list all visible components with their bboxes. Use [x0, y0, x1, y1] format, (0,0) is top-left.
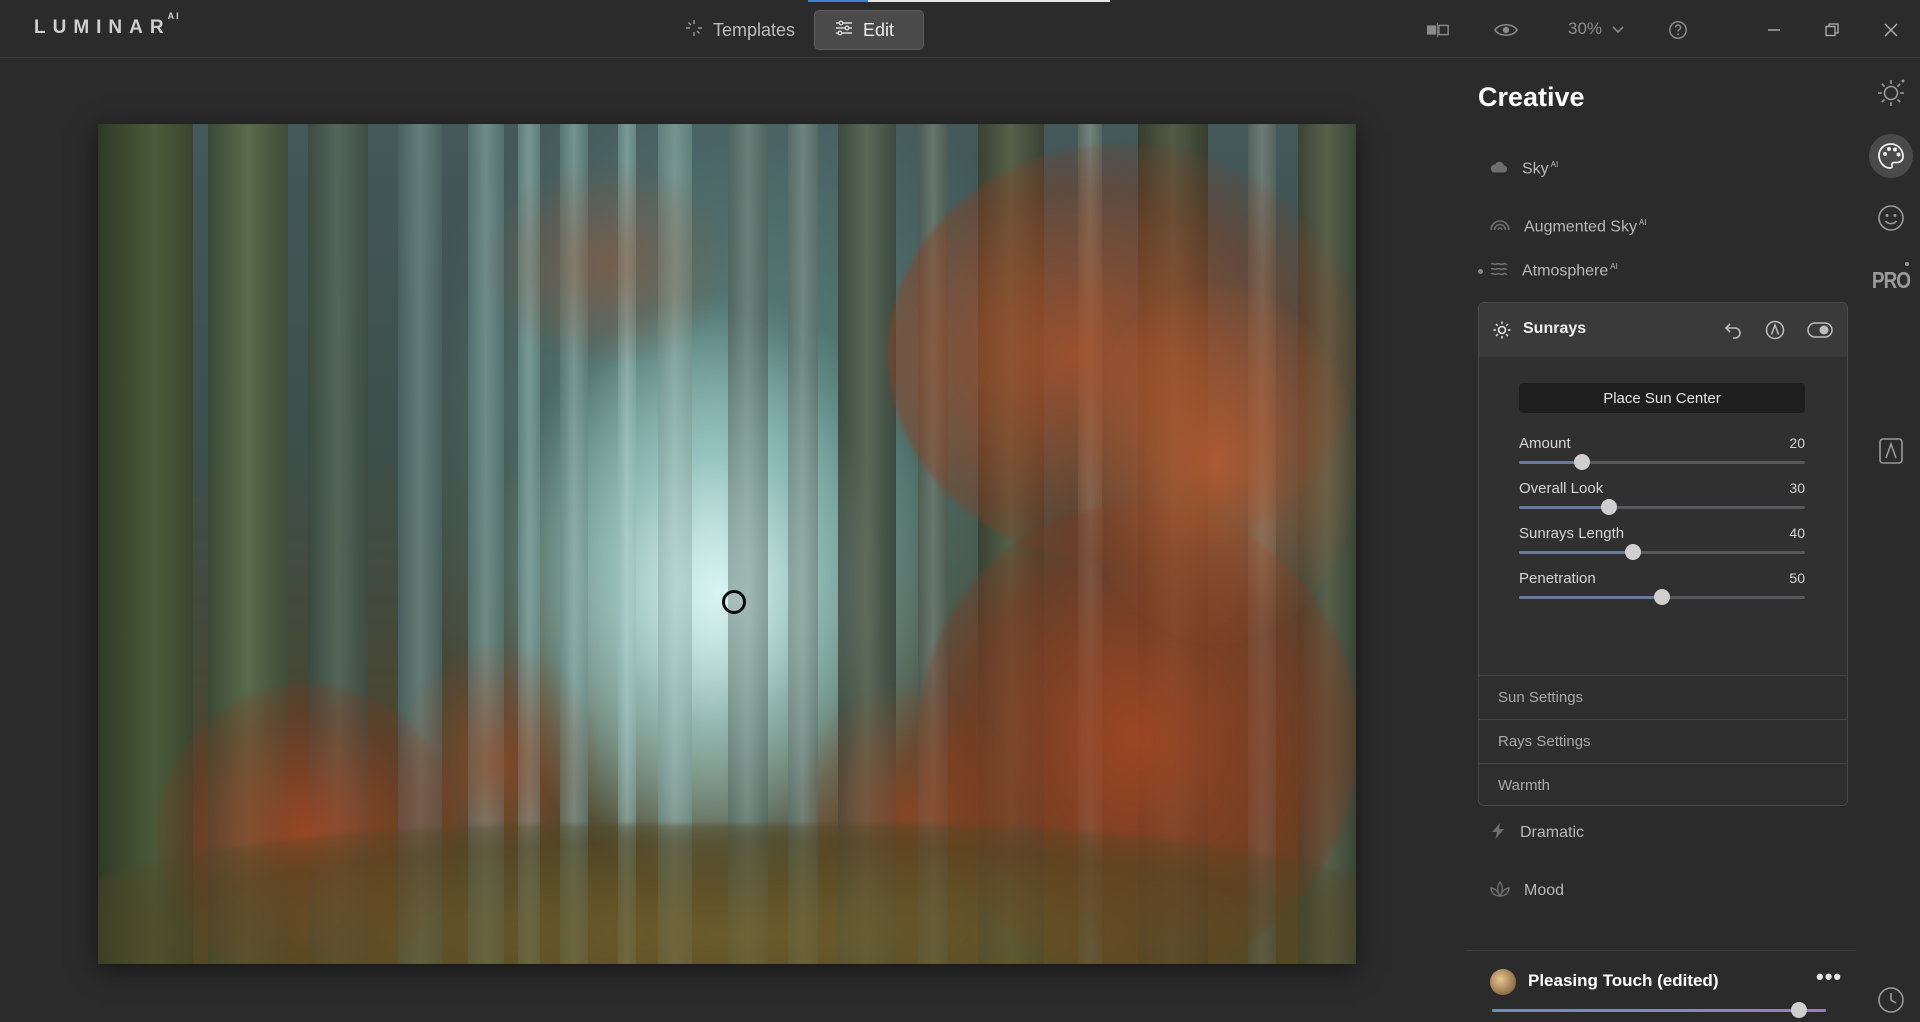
cloud-icon — [1490, 160, 1508, 179]
sunrays-tool: Sunrays Place Sun Center Amount 20 Overall… — [1478, 302, 1848, 806]
flower-icon — [1490, 880, 1510, 902]
tool-augmented-sky[interactable]: Augmented Sky AI — [1490, 212, 1647, 242]
slider-label: Sunrays Length — [1519, 525, 1625, 542]
sunrays-header[interactable]: Sunrays — [1479, 303, 1847, 357]
slider-label: Penetration — [1519, 570, 1596, 587]
tool-atmosphere[interactable]: Atmosphere AI — [1490, 256, 1618, 286]
title-bar: LUMINARAI Templates Edit 30% — [0, 0, 1920, 58]
slider-thumb[interactable] — [1601, 499, 1618, 515]
slider-amount[interactable]: Amount 20 — [1519, 435, 1805, 475]
chevron-down-icon — [1612, 19, 1624, 39]
slider-label: Amount — [1519, 435, 1571, 452]
slider-value: 30 — [1789, 480, 1805, 496]
zoom-level: 30% — [1568, 19, 1603, 38]
slider-fill — [1519, 551, 1634, 554]
toggle-icon[interactable] — [1807, 322, 1833, 343]
slider-value: 20 — [1789, 435, 1805, 451]
sparkle-icon — [685, 19, 703, 42]
close-icon[interactable] — [1879, 18, 1903, 42]
sun-icon — [1493, 321, 1511, 344]
pro-icon[interactable]: PRO — [1869, 260, 1913, 304]
progress-strip — [808, 0, 1110, 2]
slider-label: Overall Look — [1519, 480, 1604, 497]
slider-penetration[interactable]: Penetration 50 — [1519, 570, 1805, 610]
slider-sunrays-length[interactable]: Sunrays Length 40 — [1519, 525, 1805, 565]
zoom-dropdown[interactable]: 30% — [1568, 19, 1624, 39]
more-options-button[interactable]: ••• — [1816, 964, 1842, 990]
slider-overall-look[interactable]: Overall Look 30 — [1519, 480, 1805, 520]
forest-floor — [98, 824, 1356, 964]
tab-label: Templates — [713, 19, 796, 40]
slider-track[interactable] — [1519, 499, 1805, 515]
slider-fill — [1519, 506, 1610, 509]
slider-thumb[interactable] — [1654, 589, 1670, 605]
photo-canvas[interactable] — [98, 124, 1356, 964]
slider-thumb[interactable] — [1625, 544, 1642, 560]
help-icon[interactable] — [1666, 18, 1690, 42]
slider-thumb[interactable] — [1791, 1002, 1808, 1018]
undo-icon[interactable] — [1723, 320, 1743, 345]
tool-label: Augmented Sky AI — [1524, 217, 1647, 236]
tool-sky[interactable]: Sky AI — [1490, 154, 1558, 184]
tool-label: Dramatic — [1520, 824, 1585, 841]
tool-label: Mood — [1524, 882, 1565, 899]
rainbow-icon — [1490, 218, 1510, 236]
mask-icon[interactable] — [1765, 320, 1785, 345]
app-logo: LUMINARAI — [34, 10, 181, 38]
slider-track[interactable] — [1519, 544, 1805, 560]
tool-dramatic[interactable]: Dramatic — [1490, 818, 1584, 848]
waves-icon — [1490, 262, 1508, 281]
preset-name: Pleasing Touch (edited) — [1528, 971, 1719, 990]
slider-thumb[interactable] — [1573, 454, 1590, 470]
light-tools-icon[interactable] — [1869, 71, 1913, 115]
tab-label: Edit — [863, 19, 895, 40]
history-icon[interactable] — [1869, 978, 1913, 1022]
sliders-icon — [835, 19, 853, 42]
tab-edit[interactable]: Edit — [814, 10, 924, 50]
eye-icon[interactable] — [1494, 18, 1518, 42]
section-rays-settings[interactable]: Rays Settings — [1479, 719, 1847, 763]
slider-value: 40 — [1789, 525, 1805, 541]
preset-thumbnail — [1490, 969, 1516, 995]
slider-fill — [1519, 461, 1582, 464]
preset-amount-slider[interactable] — [1492, 1002, 1826, 1018]
sunrays-controls: Place Sun Center Amount 20 Overall Look 30 S… — [1479, 357, 1847, 675]
section-sun-settings[interactable]: Sun Settings — [1479, 675, 1847, 719]
place-sun-center-button[interactable]: Place Sun Center — [1519, 383, 1805, 413]
tool-label: Atmosphere AI — [1522, 261, 1618, 280]
section-warmth[interactable]: Warmth — [1479, 763, 1847, 805]
tab-templates[interactable]: Templates — [665, 10, 815, 50]
tool-mood[interactable]: Mood — [1490, 876, 1564, 906]
restore-icon[interactable] — [1820, 18, 1844, 42]
edited-dot — [1478, 269, 1483, 274]
sunrays-title: Sunrays — [1523, 320, 1587, 337]
compare-icon[interactable] — [1426, 18, 1450, 42]
slider-fill — [1519, 596, 1662, 599]
tool-label: Sky AI — [1522, 159, 1559, 178]
sun-center-marker[interactable] — [722, 590, 746, 614]
foliage — [488, 164, 728, 364]
slider-value: 50 — [1789, 570, 1805, 586]
panel-title: Creative — [1478, 82, 1585, 112]
palette-icon[interactable] — [1869, 134, 1913, 178]
mask-tool-icon[interactable] — [1869, 429, 1913, 473]
foliage — [1078, 284, 1356, 644]
minimize-icon[interactable] — [1762, 18, 1786, 42]
slider-track[interactable] — [1519, 454, 1805, 470]
slider-track[interactable] — [1519, 589, 1805, 605]
preset-bar: Pleasing Touch (edited) ••• — [1466, 950, 1856, 1022]
face-icon[interactable] — [1869, 196, 1913, 240]
pro-label: PRO — [1871, 268, 1911, 294]
bolt-icon — [1490, 822, 1506, 845]
tools-panel: Creative Sky AI Augmented Sky AI Atmospher… — [1464, 58, 1856, 1022]
pro-dot — [1905, 262, 1909, 266]
